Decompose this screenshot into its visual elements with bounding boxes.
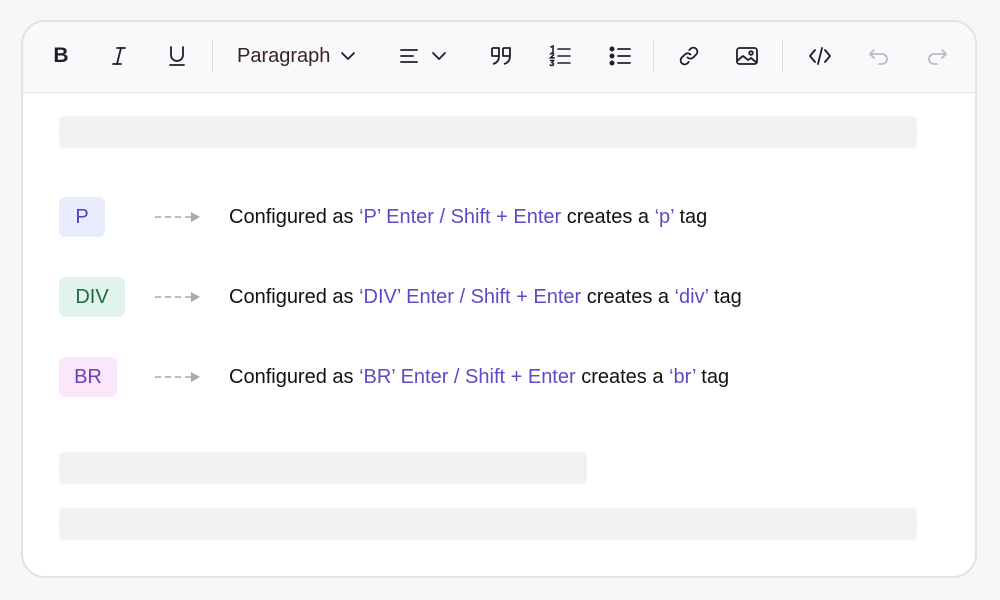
bold-button[interactable]: B — [45, 36, 77, 76]
description-prefix: Configured as — [229, 206, 360, 228]
description-prefix: Configured as — [229, 366, 360, 388]
tag-text: ‘p’ — [654, 206, 674, 228]
config-text: ‘DIV’ Enter / Shift + Enter — [359, 286, 582, 308]
italic-icon — [112, 47, 126, 65]
toolbar-divider — [782, 39, 783, 73]
description-middle: creates a — [561, 206, 655, 228]
description-middle: creates a — [581, 286, 675, 308]
description-suffix: tag — [673, 206, 708, 228]
align-left-icon — [400, 49, 418, 63]
undo-icon — [869, 49, 888, 65]
description-prefix: Configured as — [229, 286, 360, 308]
skeleton-line — [59, 452, 587, 484]
description-suffix: tag — [695, 366, 730, 388]
status-badge: BR — [59, 357, 117, 397]
code-button[interactable] — [803, 36, 837, 76]
row-description: Configured as ‘P’ Enter / Shift + Enter … — [229, 197, 707, 237]
underline-icon — [169, 46, 185, 66]
dashed-arrow-icon — [155, 292, 200, 302]
paragraph-format-select[interactable]: Paragraph — [237, 36, 367, 76]
list-item: P Configured as ‘P’ Enter / Shift + Ente… — [59, 197, 919, 237]
skeleton-line — [59, 116, 917, 148]
toolbar-divider — [212, 39, 213, 73]
undo-button[interactable] — [863, 36, 895, 76]
redo-icon — [928, 49, 947, 65]
image-button[interactable] — [731, 36, 763, 76]
dashed-arrow-icon — [155, 372, 200, 382]
link-button[interactable] — [673, 36, 705, 76]
status-badge: DIV — [59, 277, 125, 317]
underline-button[interactable] — [161, 36, 193, 76]
status-badge: P — [59, 197, 105, 237]
chevron-down-icon — [432, 52, 446, 60]
ordered-list-icon — [548, 45, 571, 67]
description-suffix: tag — [708, 286, 742, 308]
ordered-list-button[interactable] — [543, 36, 577, 76]
description-middle: creates a — [575, 366, 670, 388]
blockquote-icon — [491, 47, 511, 65]
config-text: ‘P’ Enter / Shift + Enter — [359, 206, 562, 228]
list-item: BR Configured as ‘BR’ Enter / Shift + En… — [59, 357, 919, 397]
link-icon — [679, 46, 699, 66]
toolbar: B Paragraph — [23, 22, 975, 93]
bold-icon: B — [53, 44, 69, 67]
italic-button[interactable] — [103, 36, 135, 76]
bullet-list-button[interactable] — [603, 36, 637, 76]
tag-text: ‘div’ — [674, 286, 709, 308]
skeleton-line — [59, 508, 917, 540]
redo-button[interactable] — [921, 36, 953, 76]
blockquote-button[interactable] — [485, 36, 517, 76]
tag-text: ‘br’ — [669, 366, 696, 388]
list-item: DIV Configured as ‘DIV’ Enter / Shift + … — [59, 277, 919, 317]
toolbar-divider — [653, 39, 654, 73]
align-select[interactable] — [399, 36, 455, 76]
row-description: Configured as ‘DIV’ Enter / Shift + Ente… — [229, 277, 742, 317]
chevron-down-icon — [341, 52, 356, 60]
row-description: Configured as ‘BR’ Enter / Shift + Enter… — [229, 357, 729, 397]
config-text: ‘BR’ Enter / Shift + Enter — [359, 366, 576, 388]
dashed-arrow-icon — [155, 212, 200, 222]
code-icon — [809, 47, 831, 65]
paragraph-format-label: Paragraph — [237, 44, 331, 67]
rich-text-editor: B Paragraph P Configured as ‘P’ Enter / … — [21, 20, 977, 578]
bullet-list-icon — [609, 46, 631, 66]
image-icon — [736, 47, 758, 65]
